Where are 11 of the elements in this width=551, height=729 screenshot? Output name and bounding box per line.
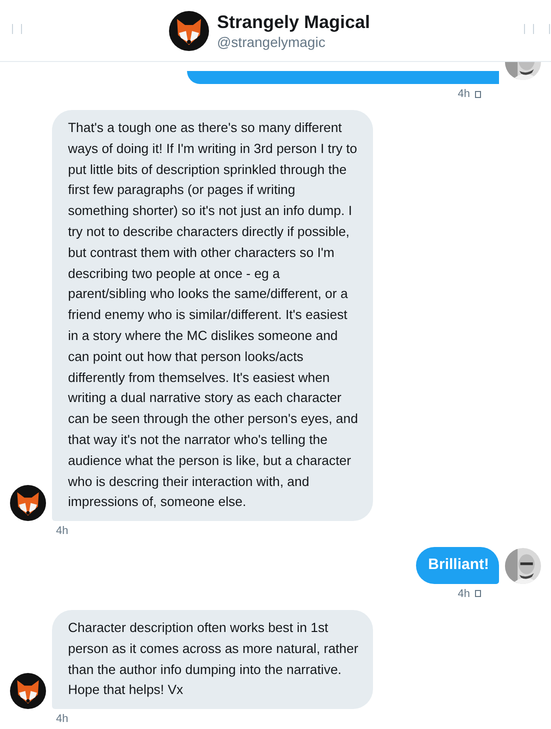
timestamp: 4h [56, 525, 68, 538]
read-status-icon [475, 590, 481, 598]
message-bubble: Character description often works best in 1st person as it comes across as more natural, rather than the author info dumping into the narrative. Hope that helps! Vx [52, 610, 373, 710]
message-bubble: That's a tough one as there's so many different ways of doing it! If I'm writing in 3rd person I try to put little bits of description sprinkled through the first few paragraphs (or pages if writing something shorter) so it's not just an info dump. I try not to describe characters directly if possible, but contrast them with other characters so I'm describing two people at once - eg a parent/sibling who looks the same/different, or a friend enemy who is similar/different. It's easiest in a story where the MC dislikes someone and can point out how that person looks/acts differently from themselves. It's easiest when writing a dual narrative story as each character can be seen through the other person's eyes, and that way it's not the narrator who's telling the audience what the person is like, but a character who is descring their interaction with, and impressions of, someone else. [52, 110, 373, 522]
timestamp: 4h [458, 588, 470, 600]
message-bubble: Brilliant! [416, 547, 499, 584]
contact-name: Strangely Magical [216, 10, 370, 32]
read-status-icon [475, 90, 481, 98]
contact-handle: @strangelymagic [216, 32, 326, 50]
timestamp: 4h [458, 88, 470, 100]
timestamp: 4h [56, 713, 68, 726]
